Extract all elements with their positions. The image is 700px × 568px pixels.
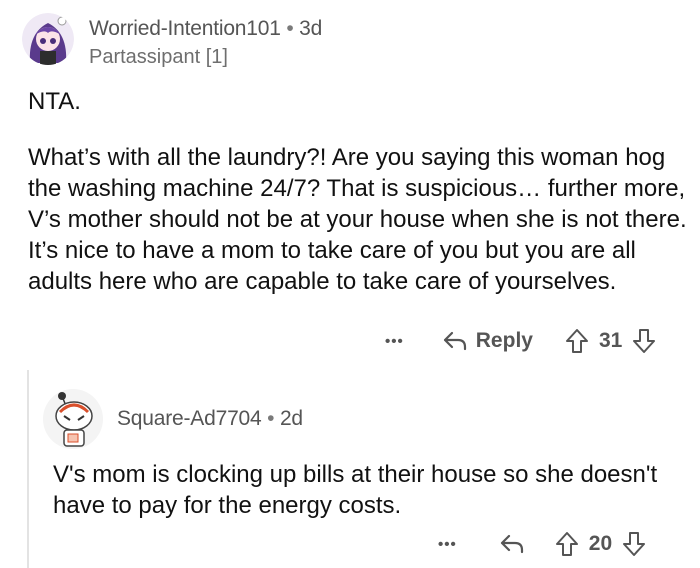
comment-paragraph: What’s with all the laundry?! Are you sa…: [28, 144, 687, 295]
more-icon[interactable]: •••: [385, 333, 404, 350]
comment-actions: ••• 20: [438, 531, 646, 557]
comment-age: 2d: [279, 407, 303, 430]
vote-score: 31: [598, 329, 623, 352]
downvote-icon[interactable]: [632, 328, 656, 354]
more-icon[interactable]: •••: [438, 536, 457, 553]
username[interactable]: Square-Ad7704: [117, 407, 262, 430]
thread-line[interactable]: [27, 370, 29, 568]
user-flair: Partassipant [1]: [89, 46, 228, 68]
upvote-icon[interactable]: [565, 328, 589, 354]
reply-arrow-icon[interactable]: [499, 533, 525, 555]
separator-dot: •: [286, 17, 294, 40]
comment-age: 3d: [299, 17, 323, 40]
snoo-avatar-icon: [43, 389, 103, 449]
username[interactable]: Worried-Intention101: [89, 17, 281, 40]
reply-arrow-icon: [443, 331, 466, 351]
reply-button[interactable]: Reply: [442, 329, 533, 353]
downvote-icon[interactable]: [622, 531, 646, 557]
comment-actions: ••• Reply 31: [385, 328, 656, 354]
reply-label: Reply: [475, 329, 533, 352]
comment-paragraph: NTA.: [28, 88, 81, 115]
comment-paragraph: V's mom is clocking up bills at their ho…: [53, 461, 658, 519]
anime-avatar-icon: [22, 13, 74, 65]
avatar[interactable]: [42, 388, 104, 450]
upvote-icon[interactable]: [555, 531, 579, 557]
avatar[interactable]: [22, 13, 74, 65]
separator-dot: •: [267, 407, 275, 430]
vote-score: 20: [588, 532, 613, 555]
